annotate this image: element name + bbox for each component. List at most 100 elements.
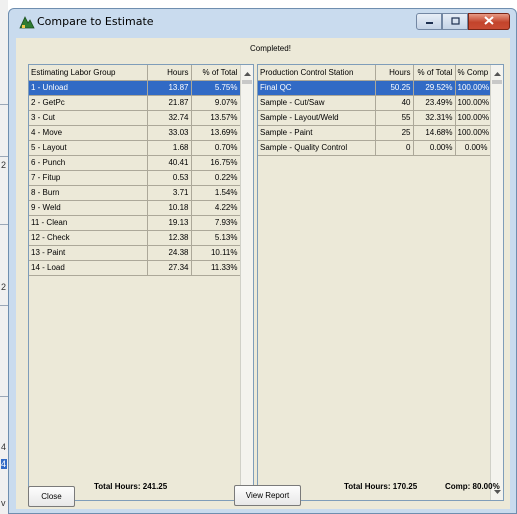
title-bar[interactable]: Compare to Estimate [9,9,516,35]
left-total-hours: Total Hours: 241.25 [94,482,168,491]
table-row[interactable]: 13 - Paint 24.38 10.11% [29,245,241,261]
table-row[interactable]: Sample - Paint 25 14.68% 100.00% [258,125,491,141]
table-cell: 29.52% [413,80,456,96]
table-cell: 0.00% [455,140,491,156]
table-row[interactable]: 11 - Clean 19.13 7.93% [29,215,241,231]
status-label: Completed! [250,44,291,53]
column-header[interactable]: Estimating Labor Group [29,65,148,81]
table-row[interactable]: 9 - Weld 10.18 4.22% [29,200,241,216]
table-cell: 25 [375,125,414,141]
estimating-labor-grid[interactable]: Estimating Labor Group Hours % of Total … [28,64,254,501]
table-row[interactable]: 12 - Check 12.38 5.13% [29,230,241,246]
table-cell: 0.70% [191,140,241,156]
minimize-button[interactable] [416,13,442,30]
background-window-edge [0,0,8,514]
table-row[interactable]: 2 - GetPc 21.87 9.07% [29,95,241,111]
column-header[interactable]: Hours [375,65,414,81]
right-total-hours: Total Hours: 170.25 [344,482,418,491]
table-header-row: Production Control Station Hours % of To… [258,65,491,81]
minimize-icon [425,17,434,27]
table-cell: Sample - Paint [258,125,376,141]
table-cell: 0 [375,140,414,156]
table-cell: 32.74 [147,110,192,126]
table-cell: 6 - Punch [29,155,148,171]
table-row[interactable]: 3 - Cut 32.74 13.57% [29,110,241,126]
background-divider [0,156,8,157]
table-cell: 0.00% [413,140,456,156]
table-row[interactable]: Sample - Cut/Saw 40 23.49% 100.00% [258,95,491,111]
table-row[interactable]: 1 - Unload 13.87 5.75% [29,80,241,96]
close-icon [484,16,494,27]
scroll-up-button[interactable] [491,67,503,79]
table-cell: 0.22% [191,170,241,186]
table-cell: Final QC [258,80,376,96]
table-cell: 4.22% [191,200,241,216]
column-header[interactable]: % Comp [455,65,491,81]
table-cell: 13.87 [147,80,192,96]
chevron-up-icon [243,68,251,78]
table-cell: 100.00% [455,95,491,111]
table-cell: 14 - Load [29,260,148,276]
background-divider [0,104,8,105]
table-cell: 21.87 [147,95,192,111]
table-cell: 11.33% [191,260,241,276]
table-cell: 9 - Weld [29,200,148,216]
table-row[interactable]: Sample - Quality Control 0 0.00% 0.00% [258,140,491,156]
table-cell: Sample - Cut/Saw [258,95,376,111]
table-cell: 10.11% [191,245,241,261]
caption-buttons [416,13,510,30]
table-cell: 40 [375,95,414,111]
background-glyph: v [1,498,6,508]
view-report-button[interactable]: View Report [234,485,301,506]
table-row[interactable]: 4 - Move 33.03 13.69% [29,125,241,141]
table-cell: 1.54% [191,185,241,201]
background-glyph: 4 [1,459,7,469]
background-glyph: 4 [1,442,7,452]
maximize-button[interactable] [442,13,468,30]
table-cell: 13.57% [191,110,241,126]
column-header[interactable]: Hours [147,65,192,81]
table-row[interactable]: 6 - Punch 40.41 16.75% [29,155,241,171]
production-control-grid[interactable]: Production Control Station Hours % of To… [257,64,504,501]
table-cell: 19.13 [147,215,192,231]
table-cell: 3.71 [147,185,192,201]
vertical-scrollbar[interactable] [490,65,503,500]
close-window-button[interactable] [468,13,510,30]
table-cell: 13.69% [191,125,241,141]
table-cell: Sample - Layout/Weld [258,110,376,126]
table-header-row: Estimating Labor Group Hours % of Total [29,65,241,81]
table-cell: 13 - Paint [29,245,148,261]
table-cell: 12.38 [147,230,192,246]
table-cell: 5.13% [191,230,241,246]
table-cell: 1.68 [147,140,192,156]
table-cell: 11 - Clean [29,215,148,231]
table-row[interactable]: 14 - Load 27.34 11.33% [29,260,241,276]
close-button[interactable]: Close [28,486,75,507]
column-header[interactable]: % of Total [413,65,456,81]
table-cell: 55 [375,110,414,126]
table-row[interactable]: Final QC 50.25 29.52% 100.00% [258,80,491,96]
dialog-client-area: Completed! Estimating Labor Group Hours … [16,38,510,509]
table-cell: 50.25 [375,80,414,96]
column-header[interactable]: % of Total [191,65,241,81]
table-cell: 40.41 [147,155,192,171]
table-row[interactable]: 7 - Fitup 0.53 0.22% [29,170,241,186]
background-divider [0,224,8,225]
scroll-up-button[interactable] [241,67,253,79]
table-row[interactable]: Sample - Layout/Weld 55 32.31% 100.00% [258,110,491,126]
table-row[interactable]: 5 - Layout 1.68 0.70% [29,140,241,156]
table-cell: 0.53 [147,170,192,186]
vertical-scrollbar[interactable] [240,65,253,500]
table-row[interactable]: 8 - Burn 3.71 1.54% [29,185,241,201]
table-cell: 3 - Cut [29,110,148,126]
table-cell: 9.07% [191,95,241,111]
table-cell: 100.00% [455,110,491,126]
table-cell: 27.34 [147,260,192,276]
background-glyph: 2 [1,160,7,170]
scrollbar-thumb[interactable] [242,80,252,84]
table-cell: 100.00% [455,125,491,141]
scrollbar-thumb[interactable] [492,80,502,84]
table-cell: 2 - GetPc [29,95,148,111]
column-header[interactable]: Production Control Station [258,65,376,81]
table-cell: 32.31% [413,110,456,126]
